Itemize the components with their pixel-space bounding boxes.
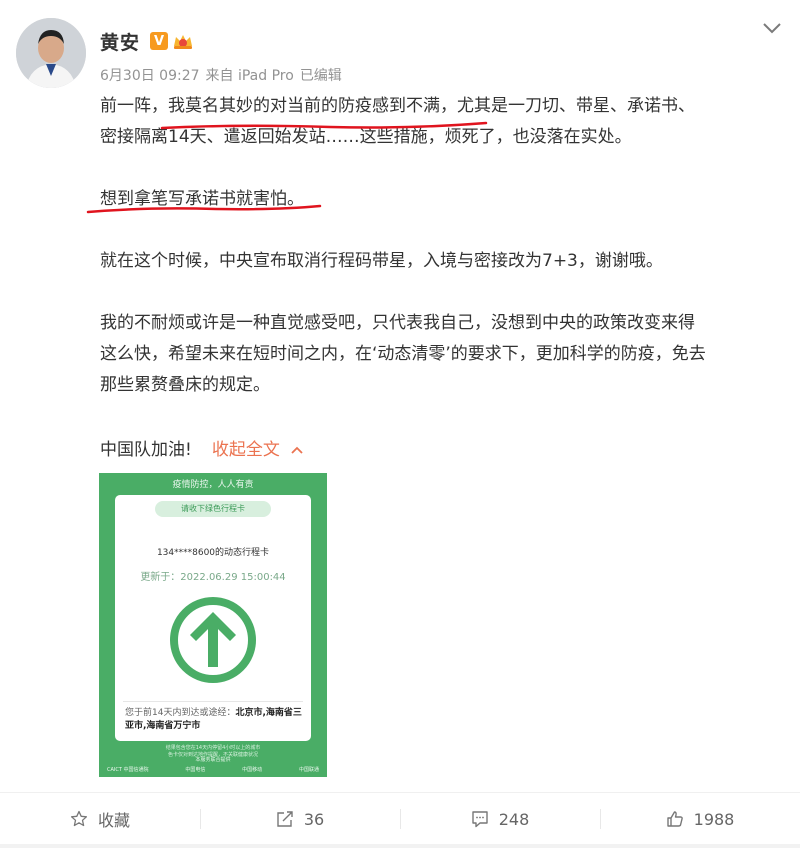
post-line: 就在这个时候，中央宣布取消行程码带星，入境与密接改为7+3，谢谢哦。: [100, 251, 663, 271]
chevron-down-icon[interactable]: [760, 18, 784, 38]
green-arrow-icon: [168, 595, 258, 685]
logo-caict: CAICT 中国信通院: [107, 767, 149, 773]
favorite-label: 收藏: [97, 811, 130, 830]
avatar-photo: [16, 18, 86, 88]
post-line: 我的不耐烦或许是一种直觉感受吧，只代表我自己，没想到中央的政策改变来得: [100, 313, 695, 333]
avatar[interactable]: [16, 18, 86, 88]
comment-button[interactable]: 248: [400, 793, 600, 845]
post-paragraph: 就在这个时候，中央宣布取消行程码带星，入境与密接改为7+3，谢谢哦。: [100, 246, 790, 277]
post-edited[interactable]: 已编辑: [300, 65, 342, 85]
action-bar: 收藏 36 248 1988: [0, 792, 800, 844]
provider-text: 本服务联合提供: [195, 757, 231, 763]
provider-logos: CAICT 中国信通院 中国电信 中国移动 中国联通: [107, 766, 319, 773]
places-prefix: 您于前14天内到达或途经：: [125, 708, 236, 718]
collapse-full-text-link[interactable]: 收起全文: [212, 436, 304, 464]
favorite-button[interactable]: 收藏: [0, 793, 200, 845]
logo-unicom: 中国联通: [298, 767, 319, 773]
thumbs-up-icon: [666, 811, 683, 827]
post-body: 前一阵，我莫名其妙的对当前的防疫感到不满，尤其是一刀切、带星、承诺书、 密接隔离…: [100, 91, 790, 432]
vip-crown-icon[interactable]: [172, 32, 194, 50]
logo-mobile: 中国移动: [242, 767, 263, 773]
green-card-chip: 请收下绿色行程卡: [155, 501, 271, 517]
verified-badge-icon: V: [150, 32, 169, 50]
share-count: 36: [303, 809, 325, 829]
star-icon: [70, 810, 88, 827]
note-line: 结果包含您在14天内停留4小时以上的城市: [165, 745, 261, 751]
share-icon: [277, 811, 293, 827]
closing-text: 中国队加油!: [100, 440, 192, 460]
logo-telecom: 中国电信: [185, 767, 206, 773]
comment-icon: [472, 811, 488, 828]
post-line: 前一阵，我莫名其妙的对当前的防疫感到不满，尤其是一刀切、带星、承诺书、: [100, 96, 695, 116]
post-line: 密接隔离14天、遣返回始发站……这些措施，烦死了，也没落在实处。: [100, 127, 632, 147]
author-line: 黄安 V: [100, 28, 194, 54]
updated-time: 更新于：2022.06.29 15:00:44: [140, 572, 286, 583]
post-closing: 中国队加油! 收起全文: [100, 436, 304, 464]
divider: [123, 701, 303, 702]
collapse-label[interactable]: 收起全文: [212, 436, 280, 464]
travel-card: 请收下绿色行程卡 134****8600的动态行程卡 更新于：2022.06.2…: [115, 495, 311, 741]
image-top-text: 疫情防控，人人有责: [172, 480, 254, 490]
share-button[interactable]: 36: [200, 793, 400, 845]
post-source: 来自 iPad Pro: [205, 68, 294, 84]
post-date[interactable]: 6月30日 09:27: [100, 65, 200, 85]
post-line: 这么快，希望未来在短时间之内，在‘动态清零’的要求下，更加科学的防疫，免去: [100, 344, 706, 364]
post-line: 那些累赘叠床的规定。: [100, 375, 270, 395]
post-meta: 6月30日 09:27 来自 iPad Pro 已编辑: [100, 65, 342, 85]
comment-count: 248: [498, 809, 530, 829]
bottom-divider: [0, 844, 800, 848]
phone-line: 134****8600的动态行程卡: [156, 548, 270, 558]
post-paragraph: 我的不耐烦或许是一种直觉感受吧，只代表我自己，没想到中央的政策改变来得 这么快，…: [100, 308, 790, 401]
visited-places: 您于前14天内到达或途经：北京市,海南省三亚市,海南省万宁市: [125, 707, 305, 733]
author-name[interactable]: 黄安: [100, 28, 140, 55]
like-count: 1988: [693, 809, 735, 829]
travel-code-image[interactable]: 疫情防控，人人有责 请收下绿色行程卡 134****8600的动态行程卡 更新于…: [99, 473, 327, 777]
like-button[interactable]: 1988: [600, 793, 800, 845]
post-line: 想到拿笔写承诺书就害怕。: [100, 189, 304, 209]
post-paragraph: 前一阵，我莫名其妙的对当前的防疫感到不满，尤其是一刀切、带星、承诺书、 密接隔离…: [100, 91, 790, 153]
weibo-post-card: 黄安 V 6月30日 09:27 来自 iPad Pro 已编辑 前一阵，我莫名…: [0, 0, 800, 848]
chevron-up-icon: [291, 446, 303, 454]
post-paragraph: 想到拿笔写承诺书就害怕。: [100, 184, 790, 215]
